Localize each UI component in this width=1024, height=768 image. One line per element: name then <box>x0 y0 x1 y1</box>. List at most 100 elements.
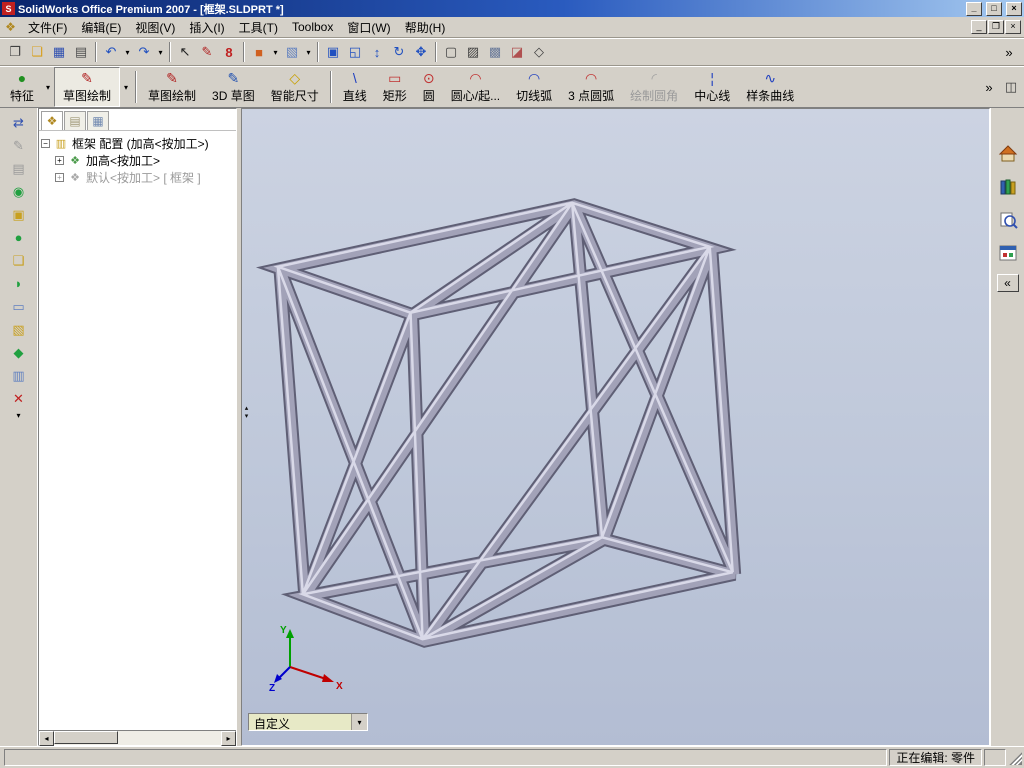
side-tool-button-7[interactable]: ❏ <box>6 250 32 271</box>
section-view-button[interactable]: ◪ <box>506 41 528 63</box>
appearance-dropdown[interactable]: ▾ <box>270 41 281 63</box>
side-tool-dropdown[interactable]: ▾ <box>6 411 32 420</box>
select-button[interactable]: ↖ <box>174 41 196 63</box>
scrollbar-thumb[interactable] <box>54 731 118 744</box>
sketch-3d-button[interactable]: ✎ 3D 草图 <box>204 67 263 107</box>
combobox-value: 自定义 <box>254 717 291 731</box>
rectangle-button[interactable]: ▭ 矩形 <box>375 67 415 107</box>
menu-help[interactable]: 帮助(H) <box>398 17 453 38</box>
toolbar-spacer <box>802 67 978 107</box>
scene-dropdown[interactable]: ▾ <box>303 41 314 63</box>
zoom-fit-button[interactable]: ▣ <box>322 41 344 63</box>
side-tool-button-10[interactable]: ▧ <box>6 319 32 340</box>
centerpoint-arc-button[interactable]: ◠ 圆心/起... <box>443 67 508 107</box>
menu-edit[interactable]: 编辑(E) <box>74 17 128 38</box>
rotate-view-button[interactable]: ↻ <box>388 41 410 63</box>
file-explorer-button[interactable] <box>995 208 1021 232</box>
doc-close-button[interactable]: × <box>1005 20 1021 34</box>
menu-toolbox[interactable]: Toolbox <box>285 18 340 36</box>
wireframe-button[interactable]: ▢ <box>440 41 462 63</box>
custom-properties-button[interactable] <box>995 241 1021 265</box>
design-library-button[interactable] <box>995 175 1021 199</box>
menu-view[interactable]: 视图(V) <box>128 17 182 38</box>
tree-horizontal-scrollbar[interactable]: ◂ ▸ <box>39 730 236 746</box>
tree-row-config-default[interactable]: + ❖ 默认<按加工> [ 框架 ] <box>41 169 234 186</box>
task-pane-collapse-button[interactable]: « <box>996 274 1019 292</box>
side-tool-button-2[interactable]: ✎ <box>6 135 32 156</box>
print-button[interactable]: ▤ <box>70 41 92 63</box>
scrollbar-track[interactable] <box>54 731 221 745</box>
redo-button[interactable]: ↷ <box>133 41 155 63</box>
sketch-tool-label: 草图绘制 <box>148 89 197 103</box>
new-button[interactable]: ❐ <box>4 41 26 63</box>
hidden-lines-icon: ▨ <box>466 44 480 59</box>
centerline-button[interactable]: ¦ 中心线 <box>686 67 738 107</box>
side-tool-button-13[interactable]: ✕ <box>6 388 32 409</box>
side-tool-button-6[interactable]: ● <box>6 227 32 248</box>
menu-insert[interactable]: 插入(I) <box>182 17 231 38</box>
view-orientation-button[interactable]: ◇ <box>528 41 550 63</box>
rebuild-button[interactable]: 8 <box>218 41 240 63</box>
open-button[interactable]: ❏ <box>26 41 48 63</box>
scroll-right-button[interactable]: ▸ <box>221 731 236 746</box>
undo-button[interactable]: ↶ <box>100 41 122 63</box>
pan-button[interactable]: ✥ <box>410 41 432 63</box>
zoom-area-button[interactable]: ◱ <box>344 41 366 63</box>
side-tool-button-4[interactable]: ◉ <box>6 181 32 202</box>
spline-button[interactable]: ∿ 样条曲线 <box>738 67 802 107</box>
sketch-button[interactable]: ✎ <box>196 41 218 63</box>
doc-restore-button[interactable]: ❐ <box>988 20 1004 34</box>
tree-root-row[interactable]: − ▥ 框架 配置 (加高<按加工>) <box>41 135 234 152</box>
scroll-left-button[interactable]: ◂ <box>39 731 54 746</box>
side-tool-button-5[interactable]: ▣ <box>6 204 32 225</box>
tangent-arc-button[interactable]: ◠ 切线弧 <box>508 67 560 107</box>
resize-grip[interactable] <box>1008 750 1022 765</box>
redo-dropdown[interactable]: ▾ <box>155 41 166 63</box>
features-tab[interactable]: ● 特征 <box>2 67 42 107</box>
menu-window[interactable]: 窗口(W) <box>340 17 397 38</box>
doc-minimize-button[interactable]: _ <box>971 20 987 34</box>
menu-file[interactable]: 文件(F) <box>21 17 74 38</box>
tab-configuration-manager[interactable]: ▦ <box>87 111 109 130</box>
side-tool-button-9[interactable]: ▭ <box>6 296 32 317</box>
save-button[interactable]: ▦ <box>48 41 70 63</box>
viewport-splitter-handle[interactable]: ▴ ▾ <box>242 399 251 427</box>
menu-tools[interactable]: 工具(T) <box>232 17 285 38</box>
features-dropdown[interactable]: ▾ <box>42 67 54 107</box>
sketch-tab[interactable]: ✎ 草图绘制 <box>54 67 121 107</box>
sketch-tab-dropdown[interactable]: ▾ <box>120 67 132 107</box>
expand-box[interactable]: + <box>55 173 64 182</box>
combobox-dropdown-button[interactable]: ▾ <box>351 714 367 730</box>
sketch-tool-button[interactable]: ✎ 草图绘制 <box>140 67 204 107</box>
tab-property-manager[interactable]: ▤ <box>64 111 86 130</box>
line-button[interactable]: \ 直线 <box>335 67 375 107</box>
side-tool-button-1[interactable]: ⇄ <box>6 112 32 133</box>
smart-dimension-button[interactable]: ◇ 智能尺寸 <box>263 67 327 107</box>
side-tool-button-8[interactable]: ◗ <box>6 273 32 294</box>
shaded-button[interactable]: ▩ <box>484 41 506 63</box>
appearance-button[interactable]: ■ <box>248 41 270 63</box>
side-tool-button-11[interactable]: ◆ <box>6 342 32 363</box>
side-tool-button-3[interactable]: ▤ <box>6 158 32 179</box>
toolbar-overflow-button[interactable]: » <box>998 41 1020 63</box>
tab-feature-manager[interactable]: ❖ <box>41 111 63 130</box>
zoom-in-out-button[interactable]: ↕ <box>366 41 388 63</box>
scene-button[interactable]: ▧ <box>281 41 303 63</box>
expand-box[interactable]: + <box>55 156 64 165</box>
undo-dropdown[interactable]: ▾ <box>122 41 133 63</box>
minimize-button[interactable]: _ <box>966 1 982 16</box>
centerpoint-arc-label: 圆心/起... <box>450 89 501 103</box>
hidden-lines-button[interactable]: ▨ <box>462 41 484 63</box>
three-point-arc-button[interactable]: ◠ 3 点圆弧 <box>560 67 622 107</box>
right-dock-button[interactable]: ◫ <box>1000 76 1022 98</box>
toolbar2-overflow-button[interactable]: » <box>978 76 1000 98</box>
close-button[interactable]: × <box>1006 1 1022 16</box>
collapse-box[interactable]: − <box>41 139 50 148</box>
resources-home-button[interactable] <box>995 142 1021 166</box>
circle-button[interactable]: ⊙ 圆 <box>415 67 443 107</box>
view-config-combobox[interactable]: 自定义 ▾ <box>248 713 368 731</box>
side-tool-button-12[interactable]: ▥ <box>6 365 32 386</box>
maximize-button[interactable]: □ <box>986 1 1002 16</box>
tree-row-config-active[interactable]: + ❖ 加高<按加工> <box>41 152 234 169</box>
graphics-viewport[interactable]: Y X Z ▴ ▾ 自定义 ▾ <box>241 108 990 746</box>
